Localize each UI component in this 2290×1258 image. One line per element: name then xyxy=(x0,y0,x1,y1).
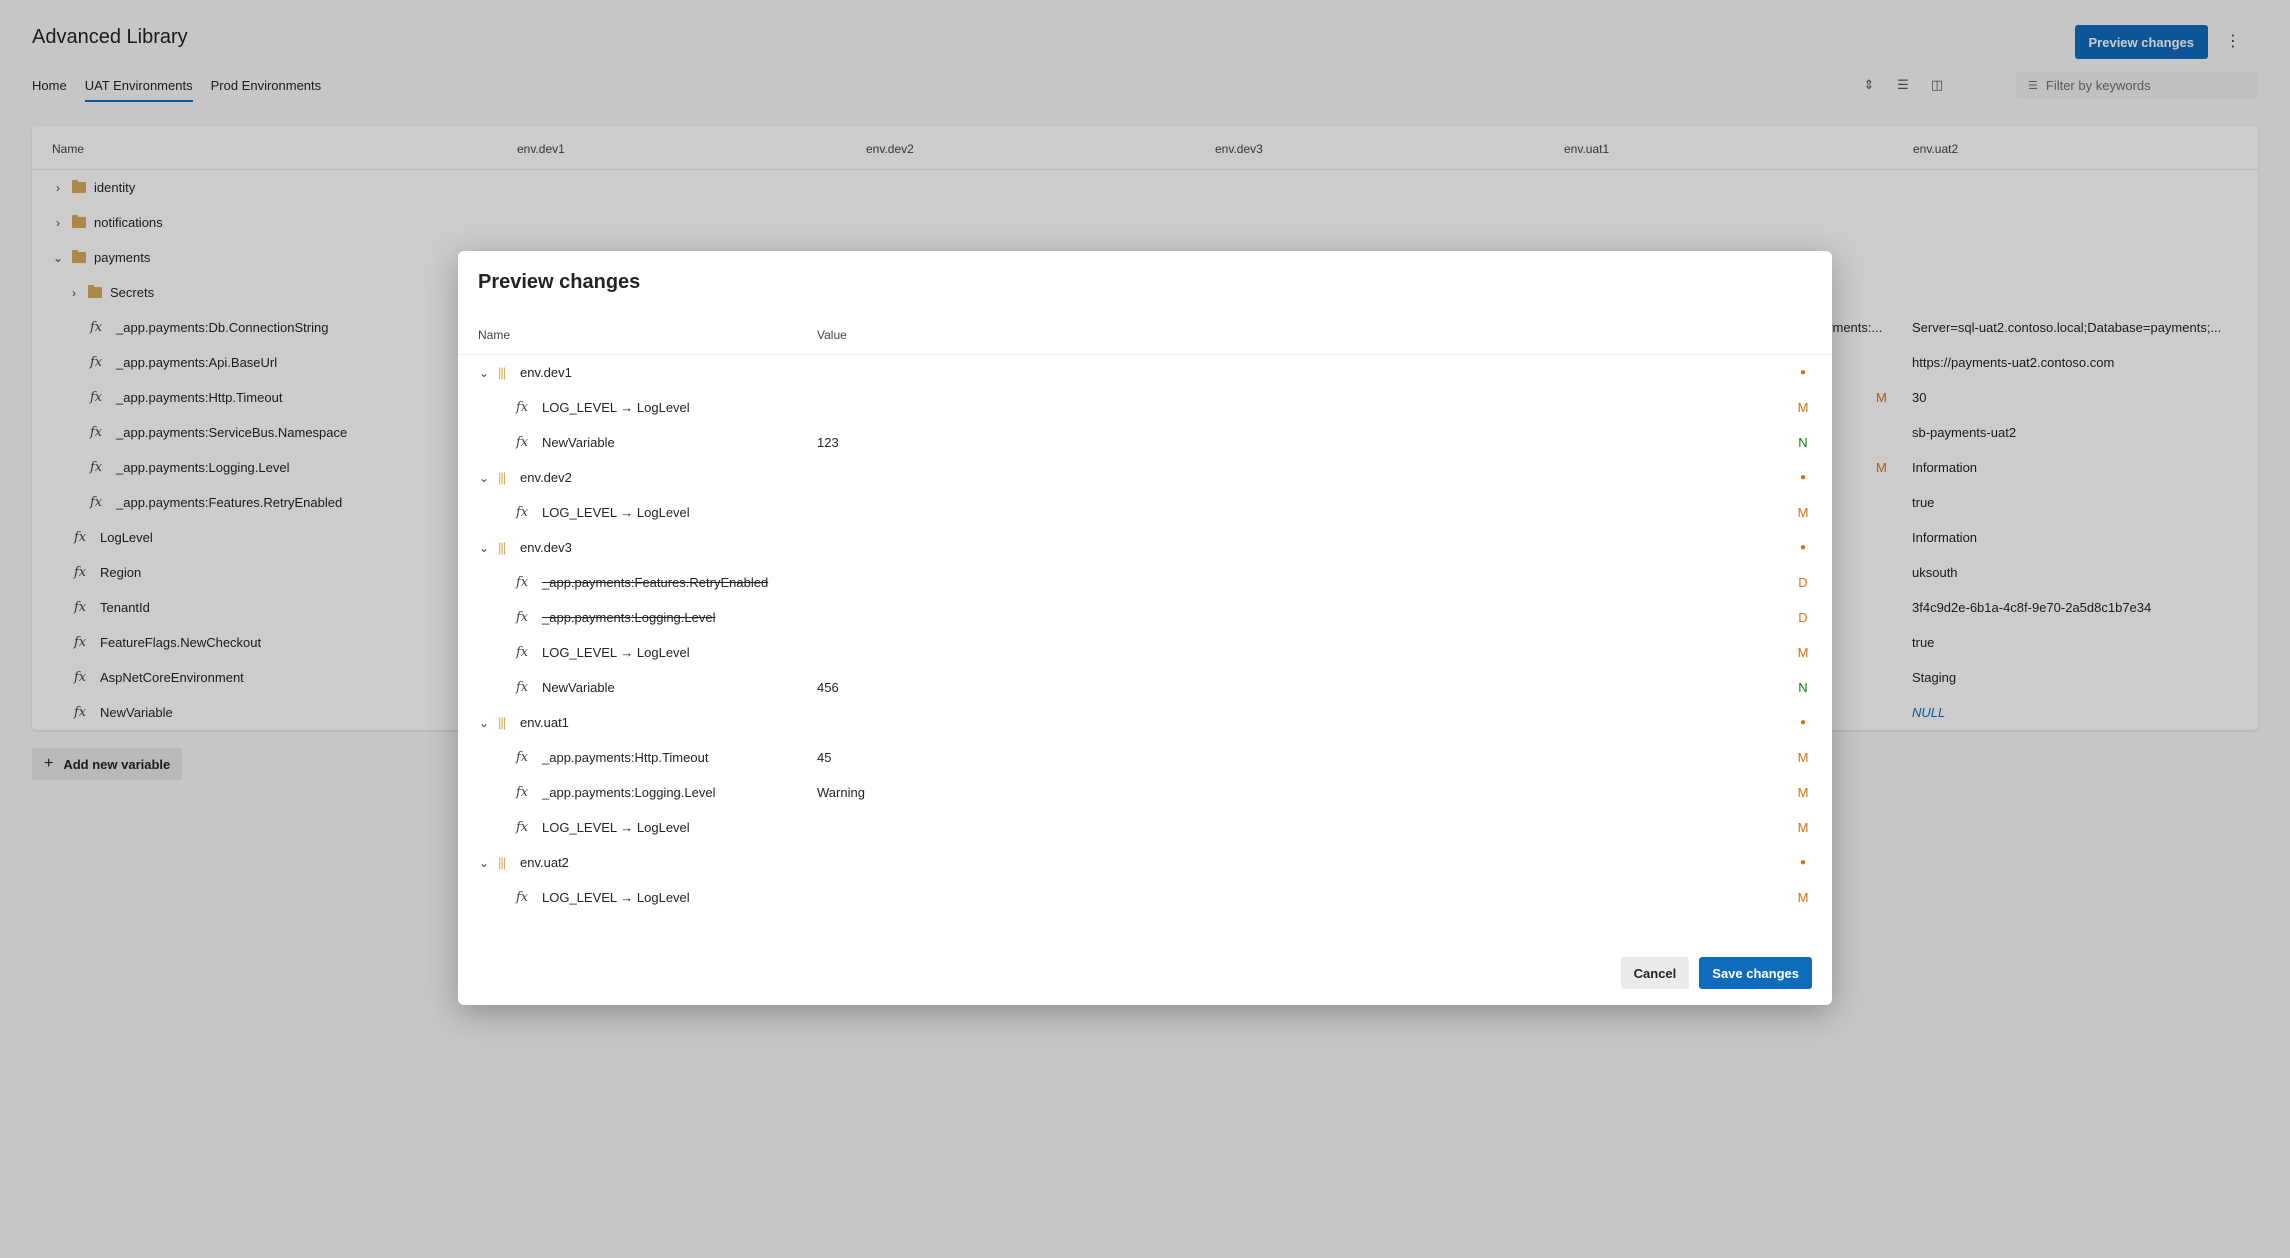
function-icon: fx xyxy=(516,750,529,765)
deleted-badge: D xyxy=(1798,575,1808,590)
variable-name: LOG_LEVEL → LogLevel xyxy=(542,890,690,905)
chevron-down-icon[interactable]: ⌄ xyxy=(478,471,490,485)
chevron-down-icon[interactable]: ⌄ xyxy=(478,541,490,555)
variable-name: _app.payments:Http.Timeout xyxy=(542,750,709,765)
function-icon: fx xyxy=(516,645,529,660)
env-group-row[interactable]: ⌄ ||| env.dev2 ● xyxy=(458,460,1832,495)
changed-dot-badge: ● xyxy=(1799,472,1807,483)
variable-value: 45 xyxy=(817,750,832,765)
variable-name: _app.payments:Features.RetryEnabled xyxy=(542,575,769,590)
function-icon: fx xyxy=(516,610,529,625)
chevron-down-icon[interactable]: ⌄ xyxy=(478,716,490,730)
modified-badge: M xyxy=(1797,645,1809,660)
new-badge: N xyxy=(1798,435,1808,450)
function-icon: fx xyxy=(516,820,529,835)
env-name: env.uat2 xyxy=(520,855,569,870)
library-icon: ||| xyxy=(498,855,506,870)
env-name: env.dev2 xyxy=(520,470,572,485)
new-badge: N xyxy=(1798,680,1808,695)
variable-value: Warning xyxy=(817,785,865,800)
change-row[interactable]: fx NewVariable 456 N xyxy=(458,670,1832,705)
cancel-button[interactable]: Cancel xyxy=(1620,957,1690,989)
preview-changes-dialog: Preview changes Name Value ⌄ ||| env.dev… xyxy=(458,251,1832,1005)
library-icon: ||| xyxy=(498,470,506,485)
dialog-table-header: Name Value xyxy=(458,315,1832,355)
changed-dot-badge: ● xyxy=(1799,367,1807,378)
column-header-value: Value xyxy=(817,328,847,342)
variable-name: _app.payments:Logging.Level xyxy=(542,610,716,625)
change-row[interactable]: fx LOG_LEVEL → LogLevel M xyxy=(458,635,1832,670)
change-row[interactable]: fx LOG_LEVEL → LogLevel M xyxy=(458,880,1832,915)
function-icon: fx xyxy=(516,400,529,415)
change-row[interactable]: fx LOG_LEVEL → LogLevel M xyxy=(458,390,1832,425)
modified-badge: M xyxy=(1797,785,1809,800)
change-row[interactable]: fx LOG_LEVEL → LogLevel M xyxy=(458,495,1832,530)
chevron-down-icon[interactable]: ⌄ xyxy=(478,366,490,380)
modified-badge: M xyxy=(1797,400,1809,415)
change-row[interactable]: fx _app.payments:Logging.Level D xyxy=(458,600,1832,635)
function-icon: fx xyxy=(516,505,529,520)
env-group-row[interactable]: ⌄ ||| env.dev1 ● xyxy=(458,355,1832,390)
variable-name: LOG_LEVEL → LogLevel xyxy=(542,400,690,415)
variable-name: LOG_LEVEL → LogLevel xyxy=(542,505,690,520)
function-icon: fx xyxy=(516,680,529,695)
env-name: env.uat1 xyxy=(520,715,569,730)
change-row[interactable]: fx _app.payments:Features.RetryEnabled D xyxy=(458,565,1832,600)
variable-value: 123 xyxy=(817,435,839,450)
changed-dot-badge: ● xyxy=(1799,857,1807,868)
env-name: env.dev3 xyxy=(520,540,572,555)
env-group-row[interactable]: ⌄ ||| env.uat2 ● xyxy=(458,845,1832,880)
change-row[interactable]: fx NewVariable 123 N xyxy=(458,425,1832,460)
modified-badge: M xyxy=(1797,505,1809,520)
function-icon: fx xyxy=(516,890,529,905)
variable-name: LOG_LEVEL → LogLevel xyxy=(542,645,690,660)
change-row[interactable]: fx LOG_LEVEL → LogLevel M xyxy=(458,810,1832,845)
library-icon: ||| xyxy=(498,540,506,555)
chevron-down-icon[interactable]: ⌄ xyxy=(478,856,490,870)
env-group-row[interactable]: ⌄ ||| env.dev3 ● xyxy=(458,530,1832,565)
variable-name: NewVariable xyxy=(542,435,615,450)
modified-badge: M xyxy=(1797,890,1809,905)
variable-name: LOG_LEVEL → LogLevel xyxy=(542,820,690,835)
column-header-name: Name xyxy=(478,328,511,342)
variable-value: 456 xyxy=(817,680,839,695)
modified-badge: M xyxy=(1797,750,1809,765)
variable-name: NewVariable xyxy=(542,680,615,695)
changed-dot-badge: ● xyxy=(1799,542,1807,553)
env-group-row[interactable]: ⌄ ||| env.uat1 ● xyxy=(458,705,1832,740)
dialog-footer: Cancel Save changes xyxy=(1620,957,1812,989)
save-changes-button[interactable]: Save changes xyxy=(1699,957,1812,989)
modified-badge: M xyxy=(1797,820,1809,835)
function-icon: fx xyxy=(516,575,529,590)
change-row[interactable]: fx _app.payments:Logging.Level Warning M xyxy=(458,775,1832,810)
function-icon: fx xyxy=(516,435,529,450)
variable-name: _app.payments:Logging.Level xyxy=(542,785,716,800)
library-icon: ||| xyxy=(498,365,506,380)
library-icon: ||| xyxy=(498,715,506,730)
function-icon: fx xyxy=(516,785,529,800)
changes-list: ⌄ ||| env.dev1 ● fx LOG_LEVEL → LogLevel… xyxy=(458,355,1832,915)
changed-dot-badge: ● xyxy=(1799,717,1807,728)
deleted-badge: D xyxy=(1798,610,1808,625)
env-name: env.dev1 xyxy=(520,365,572,380)
change-row[interactable]: fx _app.payments:Http.Timeout 45 M xyxy=(458,740,1832,775)
dialog-title: Preview changes xyxy=(478,271,641,293)
